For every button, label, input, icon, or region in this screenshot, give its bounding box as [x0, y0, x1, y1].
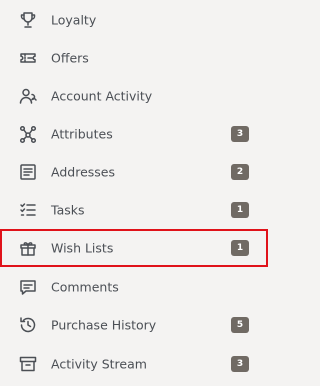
sidebar-item-label: Offers — [51, 50, 89, 66]
sidebar-item-label: Loyalty — [51, 12, 97, 28]
gift-icon — [18, 238, 38, 258]
trophy-icon — [18, 10, 38, 30]
network-icon — [18, 124, 38, 144]
sidebar-item-label: Activity Stream — [51, 356, 147, 372]
count-badge: 2 — [231, 164, 249, 180]
count-badge: 3 — [231, 126, 249, 142]
sidebar-item-wish-lists[interactable]: Wish Lists 1 — [0, 229, 268, 267]
sidebar-item-label: Purchase History — [51, 317, 157, 333]
sidebar-item-label: Tasks — [51, 202, 85, 218]
sidebar-item-attributes[interactable]: Attributes 3 — [0, 115, 268, 153]
sidebar-item-account-activity[interactable]: Account Activity — [0, 77, 268, 115]
sidebar-item-label: Comments — [51, 279, 119, 295]
sidebar-item-label: Addresses — [51, 164, 115, 180]
comment-icon — [18, 277, 38, 297]
count-badge: 1 — [231, 240, 249, 256]
sidebar-item-loyalty[interactable]: Loyalty — [0, 1, 268, 39]
ticket-icon — [18, 48, 38, 68]
sidebar-item-tasks[interactable]: Tasks 1 — [0, 191, 268, 229]
checklist-icon — [18, 200, 38, 220]
sidebar-item-activity-stream[interactable]: Activity Stream 3 — [0, 345, 268, 383]
sidebar-item-addresses[interactable]: Addresses 2 — [0, 153, 268, 191]
sidebar-item-label: Wish Lists — [51, 240, 114, 256]
sidebar-item-label: Account Activity — [51, 88, 153, 104]
sidebar-item-label: Attributes — [51, 126, 113, 142]
history-icon — [18, 315, 38, 335]
count-badge: 1 — [231, 202, 249, 218]
sidebar-item-offers[interactable]: Offers — [0, 39, 268, 77]
count-badge: 3 — [231, 356, 249, 372]
count-badge: 5 — [231, 317, 249, 333]
address-book-icon — [18, 162, 38, 182]
sidebar-item-purchase-history[interactable]: Purchase History 5 — [0, 306, 268, 344]
sidebar-item-comments[interactable]: Comments — [0, 268, 268, 306]
archive-icon — [18, 354, 38, 374]
sidebar-nav: Loyalty Offers Account Activity Attribut… — [0, 0, 268, 386]
user-activity-icon — [18, 86, 38, 106]
